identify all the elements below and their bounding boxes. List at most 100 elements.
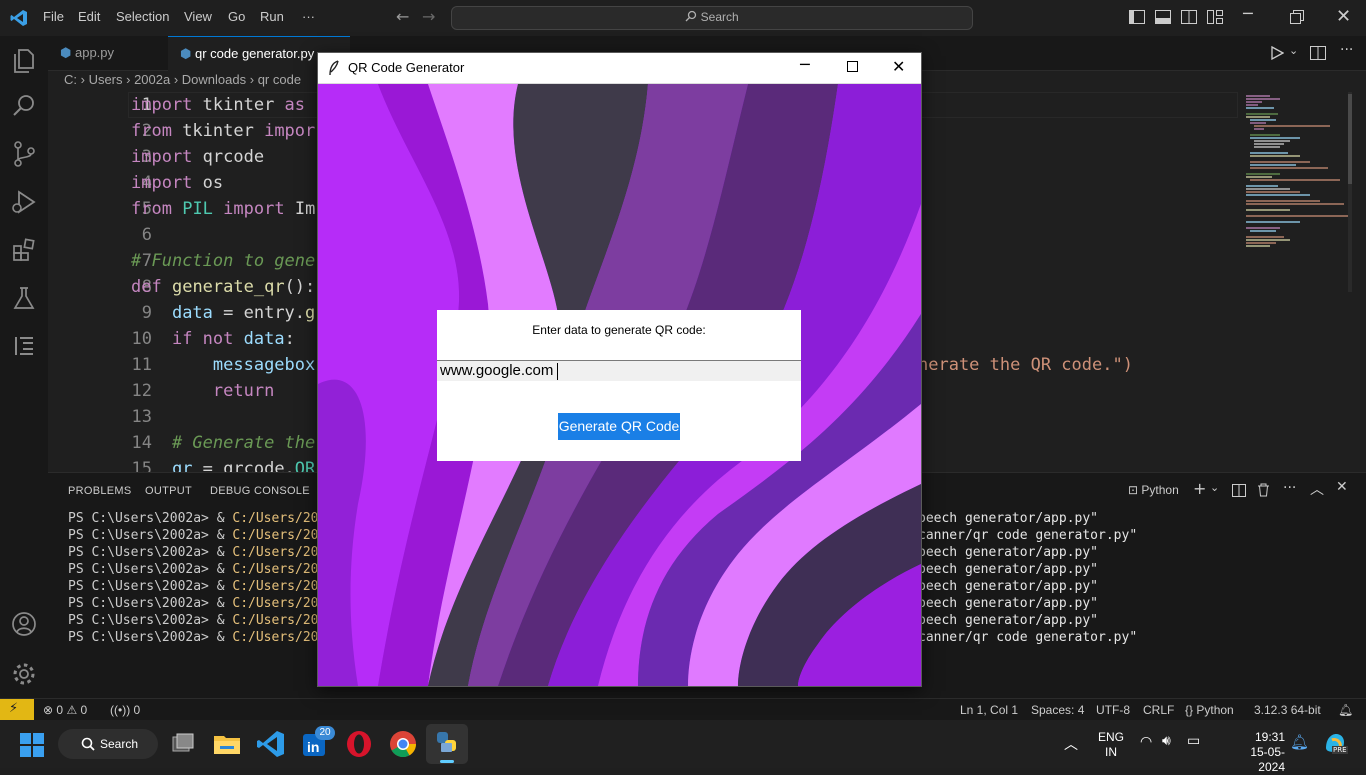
tab-problems[interactable]: PROBLEMS [68,485,132,497]
input-language[interactable]: ENG IN [1098,730,1124,760]
code-line: return [212,381,275,401]
explorer-icon[interactable] [10,46,38,74]
menu-edit[interactable]: Edit [78,9,100,24]
language-mode[interactable]: {} Python [1185,703,1234,717]
source-control-icon[interactable] [10,140,38,168]
back-arrow-icon[interactable]: ← [396,7,409,26]
maximize-panel-chevron-up-icon[interactable]: ︿ [1310,479,1324,499]
task-view-icon[interactable] [167,728,199,760]
encoding[interactable]: UTF-8 [1096,703,1130,717]
tab-label: app.py [74,45,115,60]
toggle-primary-sidebar-icon[interactable] [1129,10,1145,24]
toggle-secondary-sidebar-icon[interactable] [1181,10,1197,24]
split-editor-icon[interactable] [1310,46,1326,60]
chevron-down-icon[interactable]: ⌄ [1210,481,1219,494]
wifi-icon[interactable]: ◠ [1140,734,1152,750]
terminal-selector[interactable]: ⊡ Python [1128,483,1179,497]
taskbar-search-label: Search [100,737,139,751]
ports-indicator[interactable]: ((•)) 0 [110,703,140,717]
broadcast-icon: ((•)) [110,703,131,717]
preview-badge: PRE [1332,746,1348,754]
notification-bell-icon[interactable]: 🔔︎ [1290,733,1309,751]
status-bar: ⚡ ⊗ 0 ⚠ 0 ((•)) 0 Ln 1, Col 1 Spaces: 4 … [0,698,1366,721]
window-titlebar[interactable]: QR Code Generator ─ ✕ [318,53,921,84]
vscode-taskbar-icon[interactable] [255,728,287,760]
entry-value: www.google.com [440,362,554,379]
menu-run[interactable]: Run [260,9,284,24]
battery-icon[interactable]: ▭ [1187,733,1200,749]
copilot-icon[interactable]: PRE [1322,730,1348,756]
more-actions-icon[interactable]: ··· [1340,42,1353,58]
python-file-icon: ⬢ [60,45,72,60]
remote-indicator[interactable]: ⚡ [0,699,34,721]
breadcrumb-item[interactable]: Users [89,72,123,87]
svg-text:in: in [307,739,319,755]
python-interpreter[interactable]: 3.12.3 64-bit [1254,703,1321,717]
chevron-down-icon[interactable]: ⌄ [1289,44,1298,57]
tab-output[interactable]: OUTPUT [145,485,192,497]
close-icon[interactable]: ✕ [892,57,905,76]
new-terminal-plus-icon[interactable]: + [1193,479,1206,498]
close-panel-icon[interactable]: ✕ [1336,479,1348,495]
run-debug-icon[interactable] [10,188,38,216]
customize-layout-icon[interactable] [1207,10,1223,24]
windows-taskbar: Search in 20 ︿ ENG IN ◠ 🔊︎ ▭ 19:31 15-05-2… [0,720,1366,774]
code-line: if not data: [171,329,295,349]
more-actions-icon[interactable]: ··· [1283,480,1296,496]
chrome-icon[interactable] [387,728,419,760]
opera-icon[interactable] [343,728,375,760]
instruction-label: Enter data to generate QR code: [532,323,706,337]
command-center-search[interactable]: Search [451,6,973,30]
windows-start-icon[interactable] [20,733,44,757]
search-icon [685,10,697,22]
menu-view[interactable]: View [184,9,212,24]
outline-icon[interactable] [10,332,38,360]
minimize-icon[interactable]: ─ [800,55,810,74]
taskbar-active-app[interactable] [426,724,468,764]
notifications-bell-icon[interactable]: 🔔︎ [1338,703,1353,717]
extensions-icon[interactable] [10,236,38,264]
code-line: import tkinter as [131,95,306,115]
data-entry-field[interactable]: www.google.com [437,360,801,381]
tab-debug-console[interactable]: DEBUG CONSOLE [210,485,310,497]
restore-icon[interactable] [1290,10,1304,24]
show-hidden-icons-chevron-up-icon[interactable]: ︿ [1064,734,1078,754]
tab-app-py[interactable]: ⬢ app.py [48,36,180,70]
menu-more[interactable]: ··· [302,9,315,24]
clock[interactable]: 19:31 15-05-2024 [1225,730,1285,775]
remote-icon: ⚡ [9,701,19,716]
maximize-icon[interactable] [847,61,859,73]
menu-file[interactable]: File [43,9,64,24]
toggle-panel-icon[interactable] [1155,10,1171,24]
volume-icon[interactable]: 🔊︎ [1162,733,1171,749]
close-icon[interactable]: ✕ [1336,6,1351,27]
line-ending[interactable]: CRLF [1143,703,1174,717]
code-line: qr = qrcode.QR [171,459,316,472]
indentation[interactable]: Spaces: 4 [1031,703,1084,717]
minimize-icon[interactable]: ─ [1243,4,1253,23]
breadcrumb-item[interactable]: qr code [258,72,301,87]
taskbar-search[interactable]: Search [58,729,158,759]
breadcrumb-item[interactable]: C: [64,72,77,87]
minimap[interactable] [1240,92,1352,292]
menu-go[interactable]: Go [228,9,245,24]
search-icon[interactable] [10,92,38,120]
code-line: # Function to gene [131,251,316,271]
trash-icon[interactable] [1257,483,1270,497]
run-file-icon[interactable] [1270,46,1284,60]
testing-icon[interactable] [10,284,38,312]
breadcrumb-item[interactable]: 2002a [134,72,170,87]
terminal-line: PS C:\Users\2002a> & C:/Users/2002a/ [68,579,350,594]
code-line: messagebox [212,355,316,375]
settings-gear-icon[interactable] [10,660,38,688]
generate-qr-code-button[interactable]: Generate QR Code [558,413,680,440]
breadcrumb-item[interactable]: Downloads [182,72,246,87]
cursor-position[interactable]: Ln 1, Col 1 [960,703,1018,717]
account-icon[interactable] [10,610,38,638]
problems-indicator[interactable]: ⊗ 0 ⚠ 0 [43,703,87,717]
split-terminal-icon[interactable] [1232,484,1246,497]
menu-selection[interactable]: Selection [116,9,169,24]
terminal-line-tail: canner/qr code generator.py" [918,528,1138,543]
file-explorer-icon[interactable] [211,728,243,760]
forward-arrow-icon[interactable]: → [422,7,435,26]
